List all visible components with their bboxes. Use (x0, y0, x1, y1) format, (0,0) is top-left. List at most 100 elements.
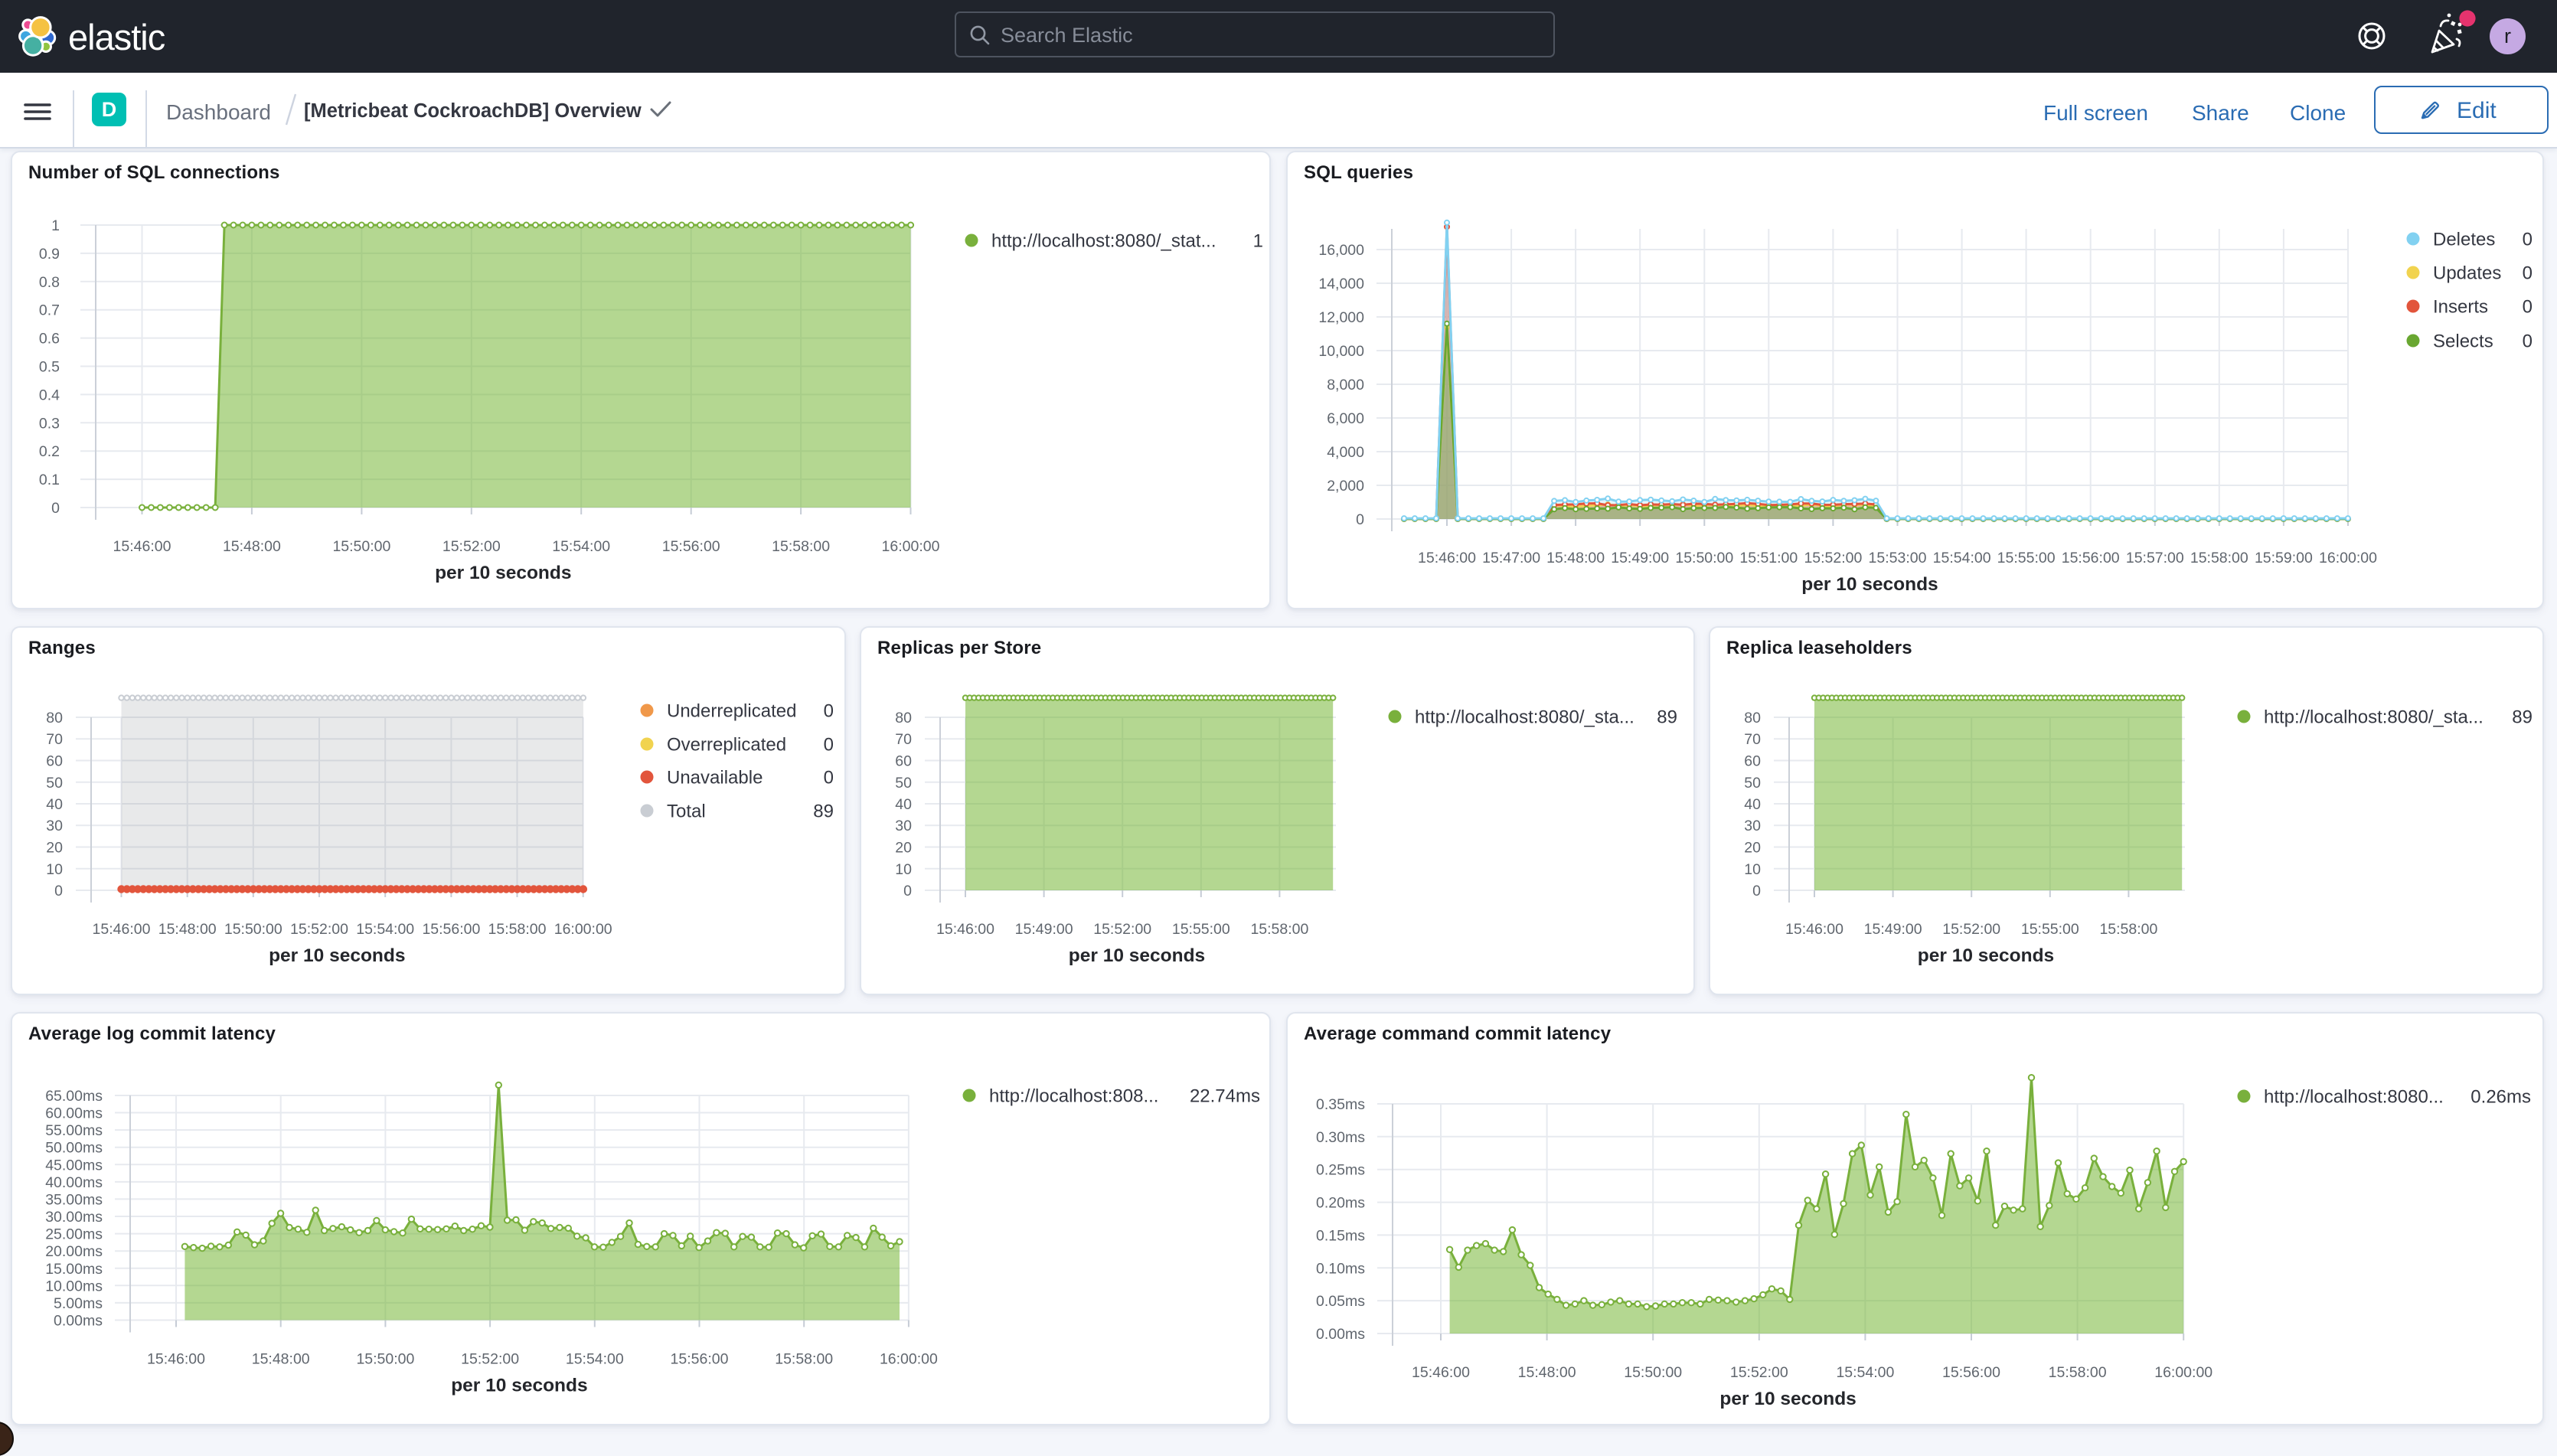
svg-text:50.00ms: 50.00ms (45, 1140, 103, 1157)
svg-text:10: 10 (1744, 861, 1761, 878)
svg-text:0.00ms: 0.00ms (54, 1313, 103, 1330)
svg-text:Overreplicated: Overreplicated (667, 735, 786, 756)
svg-text:70: 70 (895, 731, 912, 748)
svg-text:40: 40 (1744, 796, 1761, 813)
svg-text:15:49:00: 15:49:00 (1611, 550, 1669, 566)
svg-text:0: 0 (2523, 331, 2533, 352)
svg-text:15:49:00: 15:49:00 (1015, 921, 1073, 938)
svg-text:15:52:00: 15:52:00 (1804, 550, 1862, 566)
svg-text:http://localhost:808...: http://localhost:808... (989, 1086, 1158, 1107)
svg-text:15:50:00: 15:50:00 (1675, 550, 1733, 566)
svg-text:10: 10 (46, 861, 63, 878)
svg-text:15:59:00: 15:59:00 (2255, 550, 2313, 566)
svg-text:25.00ms: 25.00ms (45, 1226, 103, 1243)
svg-text:http://localhost:8080/_sta...: http://localhost:8080/_sta... (2264, 707, 2484, 728)
svg-text:0.10ms: 0.10ms (1316, 1260, 1365, 1277)
svg-text:50: 50 (1744, 775, 1761, 792)
svg-text:1: 1 (51, 217, 60, 234)
svg-text:0.2: 0.2 (39, 443, 60, 460)
svg-text:0: 0 (51, 500, 60, 517)
svg-text:per 10 seconds: per 10 seconds (1918, 945, 2054, 966)
svg-text:0: 0 (824, 735, 834, 756)
svg-text:0.7: 0.7 (39, 302, 60, 319)
svg-text:15:56:00: 15:56:00 (671, 1351, 729, 1368)
svg-text:http://localhost:8080/_sta...: http://localhost:8080/_sta... (1415, 707, 1634, 728)
svg-text:10: 10 (895, 861, 912, 878)
svg-text:16:00:00: 16:00:00 (554, 921, 612, 938)
svg-text:16:00:00: 16:00:00 (2319, 550, 2377, 566)
svg-text:0.4: 0.4 (39, 387, 60, 403)
svg-text:Selects: Selects (2433, 331, 2493, 352)
svg-text:35.00ms: 35.00ms (45, 1191, 103, 1208)
svg-text:15:46:00: 15:46:00 (147, 1351, 205, 1368)
svg-text:0.6: 0.6 (39, 331, 60, 348)
svg-text:5.00ms: 5.00ms (54, 1295, 103, 1312)
svg-text:per 10 seconds: per 10 seconds (451, 1376, 587, 1396)
svg-text:20: 20 (1744, 840, 1761, 857)
svg-text:4,000: 4,000 (1327, 444, 1364, 461)
svg-text:1: 1 (1253, 231, 1263, 252)
svg-text:60: 60 (46, 753, 63, 770)
svg-text:http://localhost:8080...: http://localhost:8080... (2264, 1087, 2444, 1108)
svg-text:0: 0 (2523, 263, 2533, 284)
svg-text:0: 0 (1356, 511, 1364, 528)
svg-text:15:47:00: 15:47:00 (1482, 550, 1540, 566)
svg-text:15:50:00: 15:50:00 (224, 921, 282, 938)
svg-text:15:54:00: 15:54:00 (566, 1351, 624, 1368)
svg-text:89: 89 (813, 801, 834, 822)
svg-text:16:00:00: 16:00:00 (882, 538, 940, 555)
svg-text:15:46:00: 15:46:00 (1785, 921, 1843, 938)
svg-text:45.00ms: 45.00ms (45, 1157, 103, 1174)
svg-text:15:55:00: 15:55:00 (1172, 921, 1230, 938)
svg-text:70: 70 (46, 731, 63, 748)
svg-text:15:56:00: 15:56:00 (422, 921, 480, 938)
svg-text:30: 30 (895, 818, 912, 834)
svg-text:15:46:00: 15:46:00 (1418, 550, 1476, 566)
svg-text:16:00:00: 16:00:00 (880, 1351, 938, 1368)
svg-text:15:51:00: 15:51:00 (1739, 550, 1798, 566)
svg-text:15:53:00: 15:53:00 (1869, 550, 1927, 566)
svg-text:15:46:00: 15:46:00 (113, 538, 171, 555)
svg-text:10,000: 10,000 (1318, 343, 1364, 360)
svg-text:15:58:00: 15:58:00 (2049, 1364, 2107, 1381)
svg-text:30.00ms: 30.00ms (45, 1209, 103, 1226)
svg-text:40: 40 (46, 796, 63, 813)
svg-text:per 10 seconds: per 10 seconds (1801, 574, 1938, 595)
svg-text:15:52:00: 15:52:00 (442, 538, 501, 555)
svg-text:15:58:00: 15:58:00 (488, 921, 547, 938)
svg-text:60.00ms: 60.00ms (45, 1105, 103, 1122)
svg-text:60: 60 (895, 753, 912, 770)
svg-text:15:48:00: 15:48:00 (252, 1351, 310, 1368)
svg-text:0: 0 (903, 883, 912, 899)
svg-text:15:48:00: 15:48:00 (1546, 550, 1605, 566)
svg-text:0: 0 (2523, 230, 2533, 250)
svg-text:15:55:00: 15:55:00 (2021, 921, 2079, 938)
svg-text:0.9: 0.9 (39, 246, 60, 263)
svg-text:12,000: 12,000 (1318, 309, 1364, 326)
svg-text:15:56:00: 15:56:00 (662, 538, 720, 555)
svg-text:0: 0 (2523, 297, 2533, 318)
svg-text:15:50:00: 15:50:00 (1624, 1364, 1682, 1381)
svg-text:per 10 seconds: per 10 seconds (269, 945, 405, 966)
svg-text:15:54:00: 15:54:00 (1836, 1364, 1894, 1381)
svg-text:0.3: 0.3 (39, 415, 60, 432)
svg-text:0: 0 (54, 883, 63, 899)
svg-text:89: 89 (1657, 707, 1677, 728)
svg-text:15:50:00: 15:50:00 (332, 538, 390, 555)
svg-text:15:56:00: 15:56:00 (2062, 550, 2120, 566)
svg-text:Underreplicated: Underreplicated (667, 701, 796, 722)
svg-text:0.35ms: 0.35ms (1316, 1096, 1365, 1113)
svg-text:15:52:00: 15:52:00 (461, 1351, 519, 1368)
svg-text:15:46:00: 15:46:00 (1412, 1364, 1470, 1381)
svg-text:Deletes: Deletes (2433, 230, 2495, 250)
svg-text:15.00ms: 15.00ms (45, 1261, 103, 1278)
svg-text:15:56:00: 15:56:00 (1942, 1364, 2000, 1381)
svg-text:15:46:00: 15:46:00 (93, 921, 151, 938)
svg-text:65.00ms: 65.00ms (45, 1088, 103, 1105)
svg-text:Inserts: Inserts (2433, 297, 2488, 318)
svg-text:6,000: 6,000 (1327, 410, 1364, 427)
svg-text:15:52:00: 15:52:00 (1942, 921, 2000, 938)
svg-text:Unavailable: Unavailable (667, 768, 763, 788)
svg-text:22.74ms: 22.74ms (1190, 1086, 1260, 1107)
svg-text:0.8: 0.8 (39, 274, 60, 291)
